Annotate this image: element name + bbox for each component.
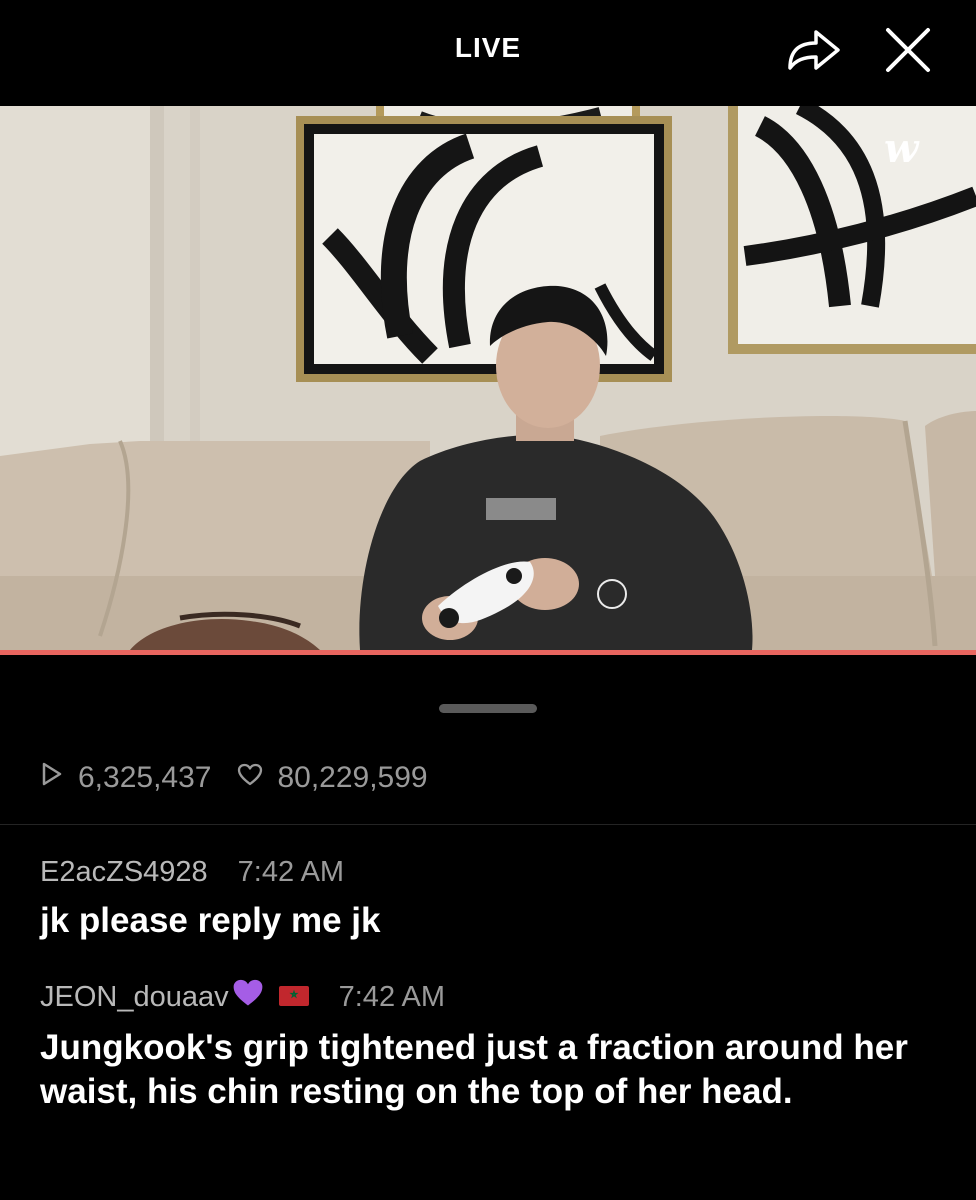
video-frame-image: w: [0, 106, 976, 650]
comment-text: Jungkook's grip tightened just a fractio…: [40, 1028, 908, 1111]
close-icon: [886, 28, 930, 72]
morocco-flag-icon: [278, 981, 309, 1014]
comment-item: JEON_douaav 7:42 AM Jungkook's grip tigh…: [40, 978, 940, 1114]
like-count: 80,229,599: [277, 761, 428, 794]
play-icon: [40, 761, 64, 795]
comment-meta: E2acZS4928 7:42 AM: [40, 856, 940, 889]
divider: [0, 824, 976, 825]
view-count: 6,325,437: [78, 761, 212, 794]
weverse-logo: w: [884, 125, 920, 172]
share-icon: [788, 30, 840, 70]
comment-item: E2acZS4928 7:42 AM jk please reply me jk: [40, 856, 940, 943]
comment-time: 7:42 AM: [237, 856, 345, 888]
top-bar: LIVE: [0, 0, 976, 106]
close-button[interactable]: [880, 22, 936, 78]
live-stats: 6,325,437 80,229,599: [40, 758, 454, 798]
video-progress-fill: [0, 650, 976, 655]
purple-heart-icon: [231, 978, 265, 1016]
drag-handle[interactable]: [439, 704, 537, 713]
comment-time: 7:42 AM: [338, 980, 446, 1013]
share-button[interactable]: [784, 24, 844, 74]
heart-icon: [237, 761, 263, 795]
comment-text: jk please reply me jk: [40, 901, 381, 940]
comment-username[interactable]: JEON_douaav: [40, 981, 229, 1014]
comment-meta: JEON_douaav 7:42 AM: [40, 978, 940, 1016]
video-progress-bar[interactable]: [0, 650, 976, 655]
live-video[interactable]: w: [0, 106, 976, 650]
comment-username[interactable]: E2acZS4928: [40, 856, 208, 889]
